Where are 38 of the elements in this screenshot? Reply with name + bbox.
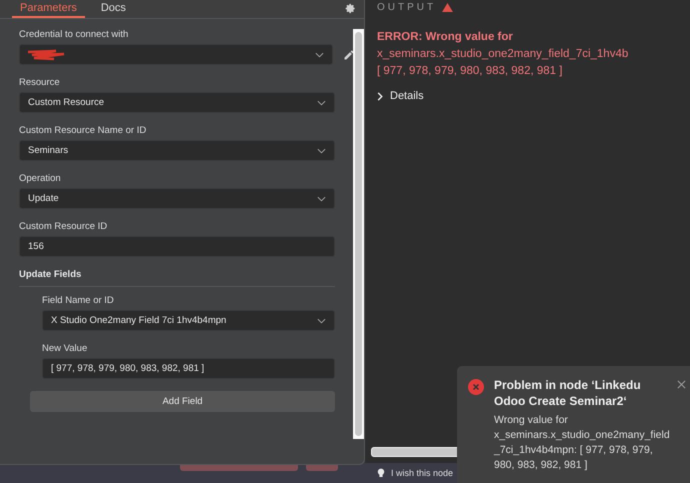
input-field[interactable]: [ 977, 978, 979, 980, 983, 982, 981 ] bbox=[42, 358, 336, 379]
chevron-down-icon bbox=[317, 148, 326, 154]
field-label: Credential to connect with bbox=[19, 29, 130, 40]
credential-select[interactable] bbox=[19, 44, 334, 65]
select-field[interactable]: Seminars bbox=[19, 140, 336, 161]
chevron-right-icon bbox=[377, 92, 383, 100]
settings-icon[interactable] bbox=[345, 3, 356, 14]
error-icon bbox=[468, 379, 484, 395]
output-title: OUTPUT bbox=[377, 2, 436, 12]
pencil-icon[interactable] bbox=[343, 48, 356, 60]
toast-title: Problem in node ‘Linkedu Odoo Create Seminar2‘ bbox=[494, 377, 642, 409]
field-label: Custom Resource Name or ID bbox=[19, 125, 148, 136]
field-label: New Value bbox=[42, 343, 88, 354]
warning-icon bbox=[442, 2, 454, 12]
feedback-text[interactable]: I wish this node bbox=[391, 468, 454, 478]
input-field[interactable]: 156 bbox=[19, 236, 336, 257]
select-field[interactable]: X Studio One2many Field 7ci 1hv4b4mpn bbox=[42, 310, 336, 331]
chevron-down-icon bbox=[317, 100, 326, 106]
scrollbar[interactable] bbox=[353, 29, 364, 439]
select-field[interactable]: Update bbox=[19, 188, 336, 209]
chevron-down-icon bbox=[317, 318, 326, 324]
toast-message: Wrong value for x_seminars.x_studio_one2many_field_7ci_1hv4b4mpn: [ 977, 978, 979, 980, 983, 982, 981 ] bbox=[494, 413, 671, 473]
close-icon[interactable] bbox=[677, 380, 686, 389]
select-field[interactable]: Custom Resource bbox=[19, 92, 336, 113]
field-label: Operation bbox=[19, 173, 62, 184]
add-field-button[interactable]: Add Field bbox=[30, 391, 336, 412]
details-toggle[interactable]: Details bbox=[377, 90, 424, 102]
field-label: Custom Resource ID bbox=[19, 221, 108, 232]
field-label: Field Name or ID bbox=[42, 295, 115, 306]
redaction-scribble bbox=[26, 48, 66, 60]
error-message: ERROR: Wrong value for x_seminars.x_studio_one2many_field_7ci_1hv4b [ 977, 978, 979, 980, 983, 982, 981 ] bbox=[377, 30, 630, 79]
section-title: Update Fields bbox=[19, 269, 336, 287]
panel-tab[interactable]: Parameters bbox=[12, 0, 85, 18]
lightbulb-icon bbox=[377, 468, 385, 478]
chevron-down-icon bbox=[315, 52, 324, 58]
panel-tab[interactable]: Docs bbox=[92, 0, 134, 18]
chevron-down-icon bbox=[317, 196, 326, 202]
field-label: Resource bbox=[19, 77, 61, 88]
